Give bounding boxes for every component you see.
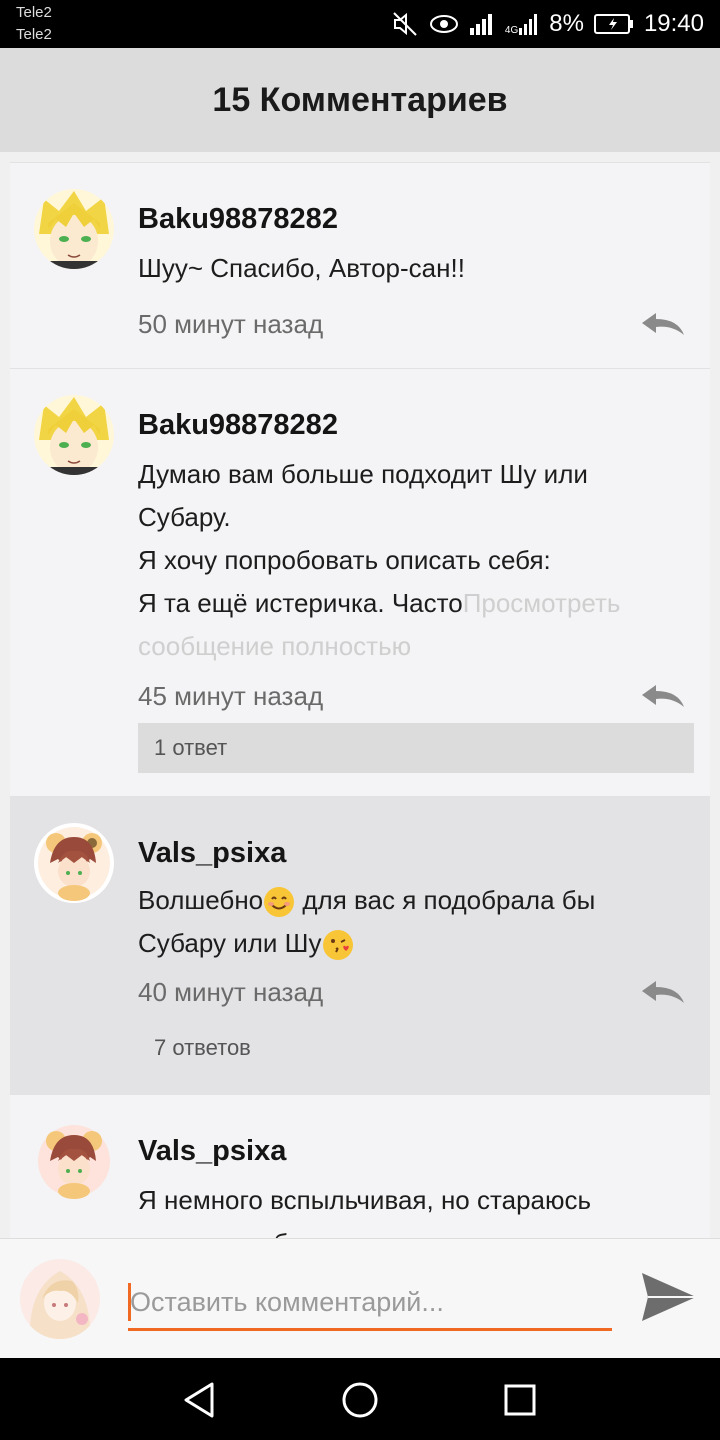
comment-text: Думаю вам больше подходит Шу или Субару.… bbox=[138, 453, 688, 668]
comment-input-bar bbox=[0, 1238, 720, 1358]
comment-text-line: Я немного вспыльчивая, но стараюсь bbox=[138, 1185, 592, 1215]
read-more-link[interactable]: Просмотреть bbox=[463, 588, 621, 618]
home-icon[interactable] bbox=[338, 1378, 382, 1422]
navigation-bar bbox=[0, 1358, 720, 1440]
comment-text-line: держать себя в руках, часто меняется bbox=[138, 1222, 698, 1238]
comment-username[interactable]: Vals_psixa bbox=[138, 1135, 286, 1168]
comment-text-part: Волшебно bbox=[138, 885, 264, 915]
comment-item: Vals_psixa Я немного вспыльчивая, но ста… bbox=[10, 1094, 710, 1238]
header: 15 Комментариев bbox=[0, 48, 720, 152]
comment-time: 40 минут назад bbox=[138, 977, 324, 1007]
send-button[interactable] bbox=[638, 1269, 700, 1325]
recents-icon[interactable] bbox=[498, 1378, 542, 1422]
read-more-link-cont[interactable]: сообщение полностью bbox=[138, 625, 688, 668]
carrier-1: Tele2 bbox=[16, 4, 52, 21]
avatar[interactable] bbox=[34, 823, 114, 903]
comment-text-line: Я хочу попробовать описать себя: bbox=[138, 545, 551, 575]
clock: 19:40 bbox=[643, 10, 704, 37]
comment-username[interactable]: Baku98878282 bbox=[138, 203, 338, 236]
comment-item: Vals_psixa Волшебно для вас я подобрала … bbox=[10, 796, 710, 1094]
reply-icon[interactable] bbox=[640, 683, 686, 709]
answers-button[interactable]: 7 ответов bbox=[138, 1023, 694, 1073]
eye-icon bbox=[429, 12, 459, 36]
back-icon[interactable] bbox=[178, 1378, 222, 1422]
status-bar: Tele2 Tele2 4G 8% 19:40 bbox=[0, 0, 720, 48]
battery-percent: 8% bbox=[549, 10, 584, 37]
comment-text: Шуу~ Спасибо, Автор-сан!! bbox=[138, 253, 465, 283]
send-icon bbox=[642, 1273, 696, 1321]
comment-username[interactable]: Vals_psixa bbox=[138, 837, 286, 870]
reply-icon[interactable] bbox=[640, 979, 686, 1005]
comment-text-part: Субару или Шу bbox=[138, 928, 322, 958]
avatar[interactable] bbox=[34, 1121, 114, 1201]
comment-username[interactable]: Baku98878282 bbox=[138, 409, 338, 442]
comment-text-part: для вас я подобрала бы bbox=[295, 885, 596, 915]
my-avatar bbox=[20, 1259, 100, 1339]
comment-text-line: Я та ещё истеричка. Часто bbox=[138, 588, 463, 618]
reply-icon[interactable] bbox=[640, 311, 686, 337]
mute-icon bbox=[391, 10, 419, 38]
comment-item: Baku98878282 Шуу~ Спасибо, Автор-сан!! 5… bbox=[10, 162, 710, 368]
avatar[interactable] bbox=[34, 395, 114, 475]
smile-emoji-icon bbox=[263, 886, 295, 918]
comment-input[interactable] bbox=[128, 1277, 612, 1331]
comment-item: Baku98878282 Думаю вам больше подходит Ш… bbox=[10, 368, 710, 796]
answers-button[interactable]: 1 ответ bbox=[138, 723, 694, 773]
carrier-2: Tele2 bbox=[16, 26, 52, 43]
battery-icon bbox=[593, 13, 634, 35]
text-caret bbox=[128, 1283, 131, 1321]
comment-text-line: Субару. bbox=[138, 502, 231, 532]
page-title: 15 Комментариев bbox=[212, 80, 508, 119]
avatar[interactable] bbox=[34, 189, 114, 269]
kiss-emoji-icon bbox=[322, 929, 354, 961]
signal-icon bbox=[469, 12, 495, 36]
signal-4g-icon: 4G bbox=[505, 12, 539, 36]
comment-list[interactable]: Baku98878282 Шуу~ Спасибо, Автор-сан!! 5… bbox=[0, 152, 720, 1238]
comment-text: Волшебно для вас я подобрала бы Субару и… bbox=[138, 879, 688, 965]
comment-text: Я немного вспыльчивая, но стараюсь держа… bbox=[138, 1179, 698, 1238]
comment-time: 45 минут назад bbox=[138, 681, 324, 711]
comment-text-line: Думаю вам больше подходит Шу или bbox=[138, 459, 588, 489]
comment-time: 50 минут назад bbox=[138, 309, 324, 339]
